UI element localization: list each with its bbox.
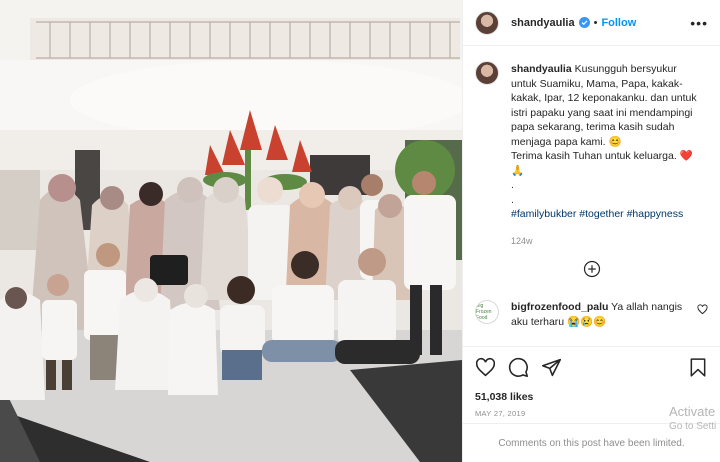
post-photo [0,0,462,462]
comment-item: Big Frozen Food bigfrozenfood_palu Ya al… [475,300,708,329]
post-header: shandyaulia • Follow ••• [463,0,720,46]
separator-dot: • [593,16,598,29]
hashtags[interactable]: #familybukber #together #happyness [511,207,708,222]
commenter-avatar[interactable]: Big Frozen Food [475,300,499,324]
caption-username[interactable]: shandyaulia [511,63,572,75]
post-actions: 51,038 likes MAY 27, 2019 [463,346,720,418]
heart-icon[interactable] [475,357,496,378]
follow-button[interactable]: Follow [601,17,636,29]
add-circle-icon[interactable] [583,260,601,278]
caption-line: untuk Suamiku, Mama, Papa, kakak- [511,77,683,90]
caption-time[interactable]: 124w [511,234,708,249]
author-username[interactable]: shandyaulia [511,17,575,29]
commenter-username[interactable]: bigfrozenfood_palu [511,301,608,313]
author-avatar-small[interactable] [475,61,499,85]
caption-line: istri papaku yang saat ini mendampingi [511,106,693,119]
comment-body: bigfrozenfood_palu Ya allah nangis aku t… [511,300,691,329]
caption: shandyaulia Kusungguh bersyukur untuk Su… [475,61,708,248]
caption-line: . [511,193,514,206]
caption-line: . [511,179,514,191]
post-side-panel: shandyaulia • Follow ••• shandyaulia Kus… [462,0,720,462]
action-icons [475,355,708,379]
caption-line: Terima kasih Tuhan untuk keluarga. ❤️ [511,150,693,162]
comment-like-heart-icon[interactable] [697,304,708,315]
share-icon[interactable] [541,357,562,378]
comment-icon[interactable] [508,357,529,378]
caption-line: papa sekarang, terima kasih sudah [511,121,675,133]
more-icon[interactable]: ••• [690,16,708,30]
caption-line: shandyaulia Kusungguh bersyukur [511,63,677,75]
verified-badge-icon [578,17,590,28]
bookmark-icon[interactable] [688,357,708,378]
author-avatar[interactable] [475,10,499,35]
caption-line: kakak, Ipar, 12 keponakanku. dan untuk [511,92,697,104]
post-date[interactable]: MAY 27, 2019 [475,409,708,418]
caption-line: 🙏 [511,164,525,177]
likes-count[interactable]: 51,038 likes [475,391,708,403]
comments-limited-notice: Comments on this post have been limited. [463,423,720,462]
comments-section: shandyaulia Kusungguh bersyukur untuk Su… [463,46,720,346]
caption-body: shandyaulia Kusungguh bersyukur untuk Su… [511,62,708,248]
caption-line: menjaga papa kami. 😊 [511,135,622,148]
